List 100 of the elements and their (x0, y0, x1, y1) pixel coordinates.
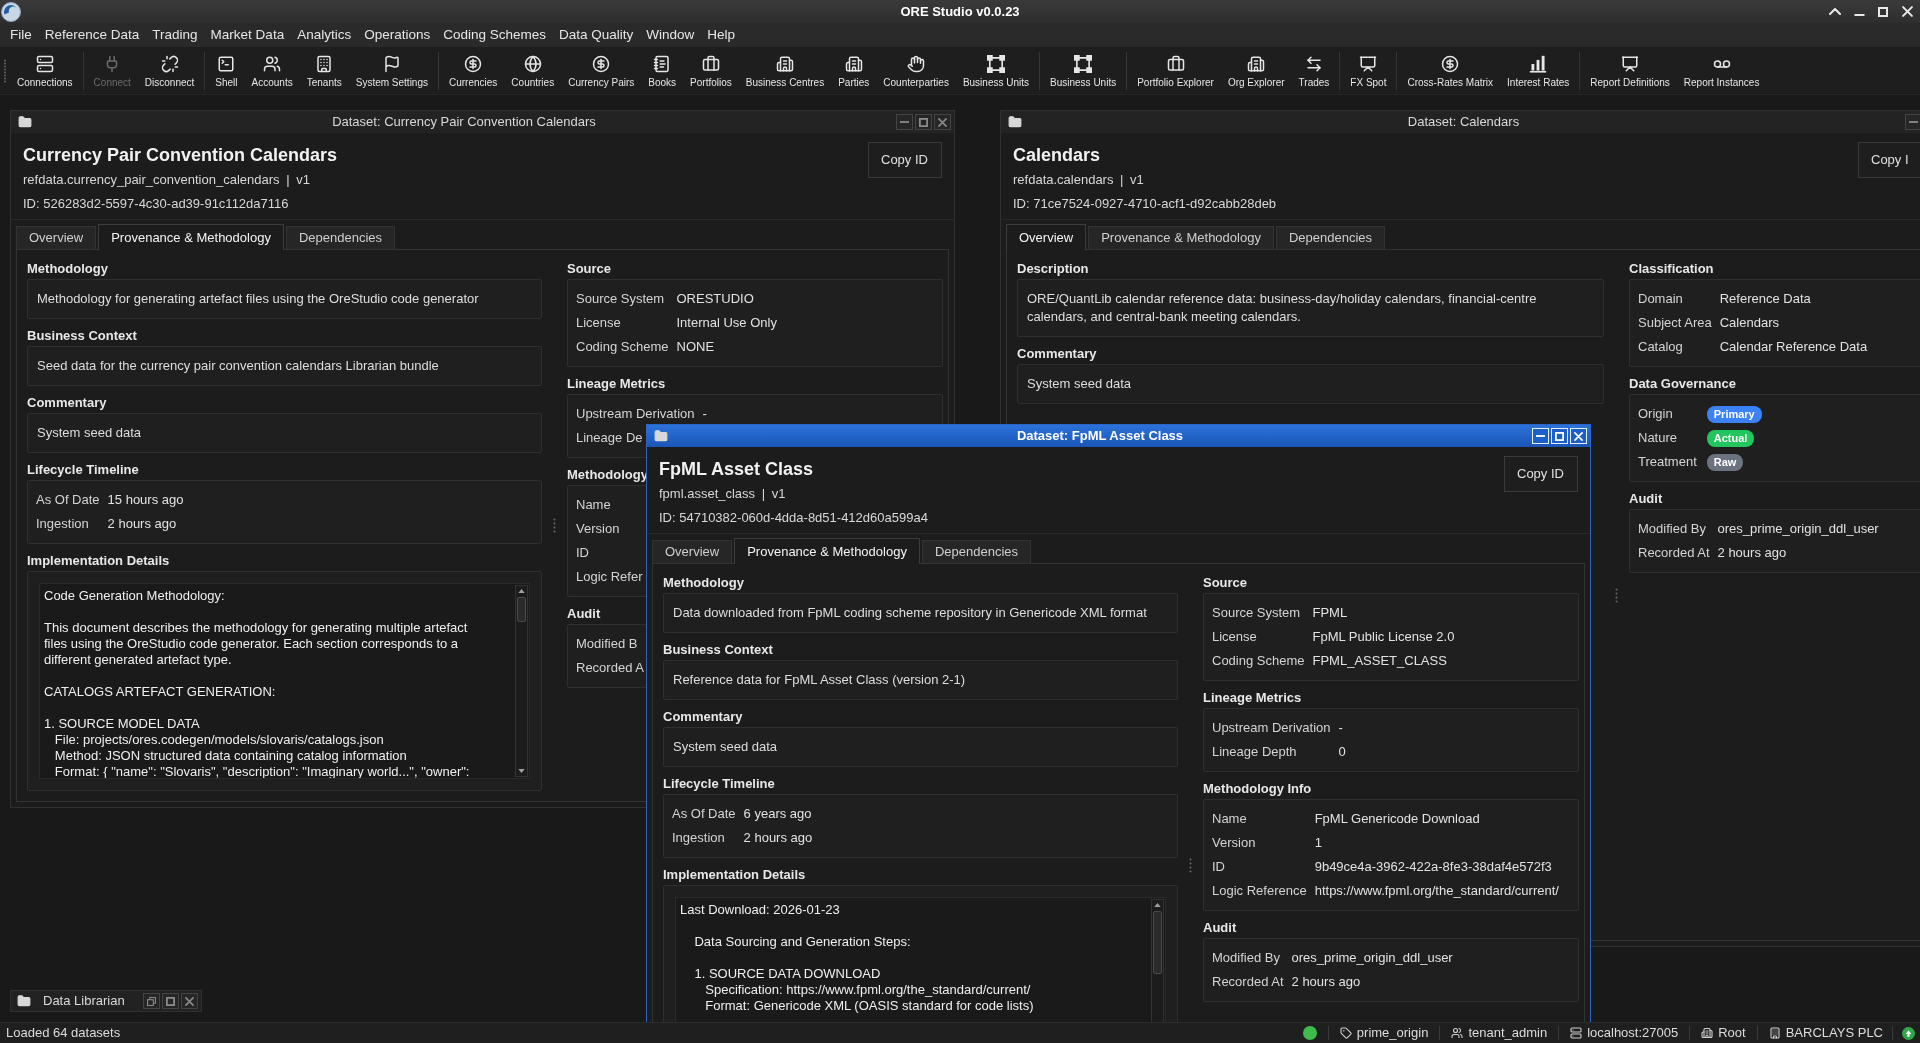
tab[interactable]: Dependencies (285, 226, 396, 249)
copy-id-button[interactable]: Copy ID (1504, 456, 1578, 492)
toolbar-button[interactable]: Connections (10, 47, 80, 94)
tab[interactable]: Provenance & Methodology (1088, 226, 1274, 249)
menu-item[interactable]: Help (701, 24, 742, 46)
toolbar-button[interactable]: Cross-Rates Matrix (1400, 47, 1501, 94)
text-area[interactable]: Last Download: 2026-01-23 Data Sourcing and Generation Steps: 1. SOURCE DATA DOWNLOAD Specification: https://www.fpml.org/the_standard/current/ Format: Genericode XML (OASIS standard for code lists) (675, 897, 1166, 1022)
scroll-thumb[interactable] (517, 597, 526, 622)
field-label: Recorded At (1212, 973, 1284, 991)
field-label: License (576, 314, 621, 332)
toolbar-grip-icon[interactable] (3, 58, 7, 83)
tab[interactable]: Overview (652, 540, 733, 563)
drag-handle-icon[interactable] (553, 518, 556, 533)
vector-square-icon (986, 54, 1005, 73)
field-label: Version (576, 520, 620, 538)
field-value: - (702, 405, 707, 423)
toolbar-button[interactable]: Business Units (955, 47, 1037, 94)
minimized-window[interactable]: Data Librarian (10, 990, 202, 1012)
maximize-button[interactable] (915, 114, 932, 130)
copy-id-button[interactable]: Copy I (1858, 142, 1920, 178)
field-label: Recorded A (576, 659, 644, 677)
menu-item[interactable]: Coding Schemes (437, 24, 553, 46)
text-area[interactable] (39, 583, 530, 779)
menu-item[interactable]: File (4, 24, 38, 46)
toolbar-button[interactable]: FX Spot (1343, 47, 1394, 94)
section-heading: Business Context (27, 327, 137, 345)
section-heading: Audit (1629, 490, 1663, 508)
close-button[interactable] (1900, 4, 1914, 19)
field-label: Lineage De (576, 429, 643, 447)
field-label: Upstream Derivation (1212, 719, 1331, 737)
toolbar-button[interactable]: Interest Rates (1500, 47, 1577, 94)
toolbar-button[interactable]: Portfolio Explorer (1130, 47, 1221, 94)
drag-handle-icon[interactable] (1189, 858, 1192, 873)
section-text: Seed data for the currency pair convention calendars Librarian bundle (37, 357, 439, 375)
field-label: ID (1212, 858, 1225, 876)
maximize-button[interactable] (1876, 4, 1890, 19)
field-value: Calendars (1719, 314, 1779, 332)
section-heading: Methodology (663, 574, 744, 592)
toolbar-button[interactable]: Accounts (244, 47, 300, 94)
toolbar-button[interactable]: Business Centres (738, 47, 832, 94)
field-value: FpML Public License 2.0 (1312, 628, 1455, 646)
toolbar-button[interactable]: Currencies (442, 47, 505, 94)
restore-icon (147, 996, 156, 1006)
vector-square-icon (1074, 54, 1093, 73)
toolbar-button[interactable]: Shell (208, 47, 245, 94)
tab[interactable]: Dependencies (921, 540, 1032, 563)
scroll-thumb[interactable] (1153, 911, 1162, 974)
field-value: FPML (1312, 604, 1348, 622)
toolbar-button[interactable]: Report Definitions (1583, 47, 1677, 94)
menu-item[interactable]: Reference Data (38, 24, 146, 46)
copy-id-button[interactable]: Copy ID (868, 142, 942, 178)
office-building-icon (844, 54, 863, 73)
tab[interactable]: Provenance & Methodology (734, 538, 920, 564)
drag-handle-icon[interactable] (1615, 587, 1618, 603)
notebook-icon (653, 54, 672, 73)
toolbar-button[interactable]: Countries (504, 47, 562, 94)
minimize-icon (900, 121, 909, 123)
office-building-icon (1247, 54, 1266, 73)
menu-item[interactable]: Market Data (204, 24, 291, 46)
menu-item[interactable]: Data Quality (553, 24, 640, 46)
restore-button[interactable] (143, 993, 160, 1009)
field-label: Ingestion (36, 515, 89, 533)
toolbar-button[interactable]: System Settings (348, 47, 435, 94)
section-text: System seed data (1027, 375, 1132, 393)
swirl-logo-icon (1, 1, 21, 22)
toolbar-button[interactable]: Org Explorer (1220, 47, 1292, 94)
toolbar-button[interactable]: Report Instances (1676, 47, 1767, 94)
field-value: ORESTUDIO (676, 290, 754, 308)
close-icon (185, 996, 194, 1006)
section-heading: Audit (1203, 919, 1237, 937)
menu-item[interactable]: Analytics (291, 24, 358, 46)
field-value: Reference Data (1719, 290, 1811, 308)
close-button[interactable] (934, 114, 951, 130)
menu-item[interactable]: Window (640, 24, 701, 46)
field-label: Coding Scheme (1212, 652, 1305, 670)
menu-item[interactable]: Trading (146, 24, 204, 46)
window-title: Dataset: Currency Pair Convention Calendars (332, 113, 596, 132)
close-button[interactable] (181, 993, 198, 1009)
toolbar-button[interactable]: Business Units (1043, 47, 1124, 94)
toolbar-button[interactable]: Currency Pairs (561, 47, 642, 94)
dataset-code: refdata.calendars | v1 (1013, 171, 1144, 189)
toolbar-button[interactable]: Parties (831, 47, 877, 94)
tab[interactable]: Provenance & Methodology (98, 224, 284, 250)
field-label: Name (1212, 810, 1247, 828)
tab[interactable]: Dependencies (1275, 226, 1386, 249)
dataset-id: ID: 54710382-060d-4dda-8d51-412d60a599a4 (659, 509, 928, 527)
toolbar-button[interactable]: Tenants (299, 47, 349, 94)
minimize-icon (1853, 13, 1865, 16)
toolbar-button[interactable]: Portfolios (683, 47, 739, 94)
menu-item[interactable]: Operations (358, 24, 437, 46)
maximize-button[interactable] (162, 993, 179, 1009)
tab[interactable]: Overview (1006, 224, 1087, 250)
scrollbar[interactable] (515, 585, 528, 777)
field-value: 2 hours ago (1291, 973, 1361, 991)
toolbar-button[interactable]: Disconnect (137, 47, 202, 94)
toolbar-button[interactable]: Books (641, 47, 684, 94)
tab[interactable]: Overview (16, 226, 97, 249)
toolbar-button[interactable]: Trades (1291, 47, 1337, 94)
toolbar-button[interactable]: Counterparties (876, 47, 956, 94)
section-heading: Commentary (27, 394, 107, 412)
